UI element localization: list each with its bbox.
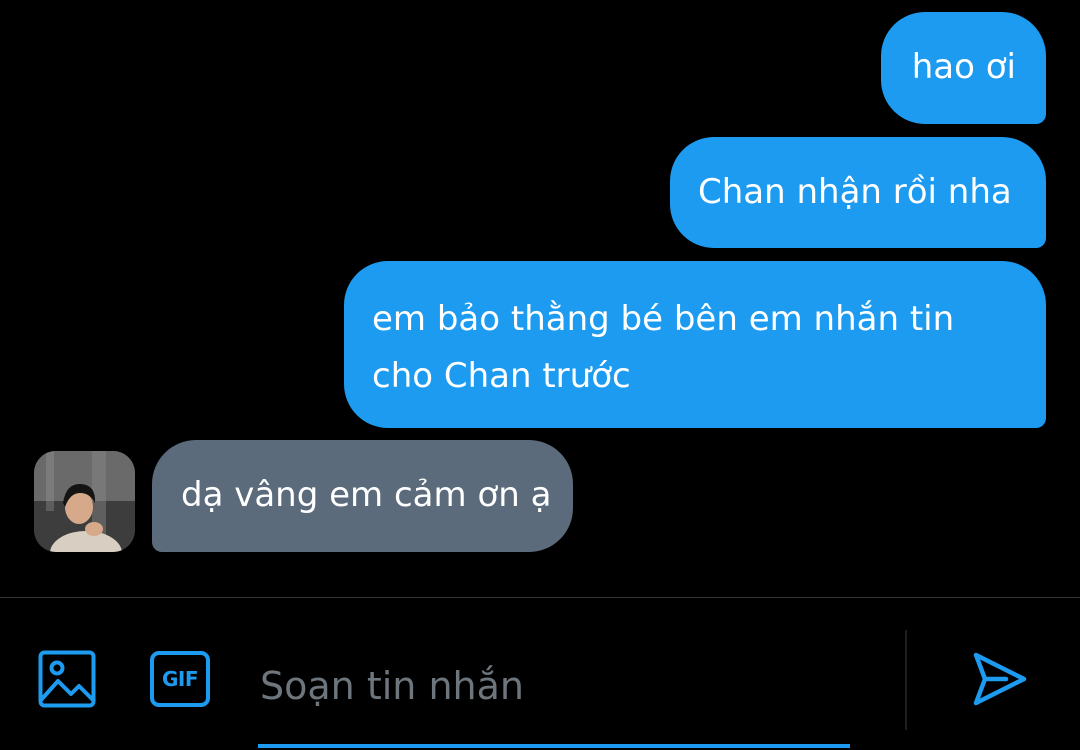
message-text: dạ vâng em cảm ơn ạ <box>181 475 552 515</box>
send-icon <box>973 652 1027 706</box>
message-composer: GIF <box>0 598 1080 749</box>
message-input-wrapper <box>258 650 850 750</box>
add-media-button[interactable] <box>36 648 98 710</box>
outgoing-message-bubble[interactable]: hao ơi <box>881 12 1046 124</box>
message-text: em bảo thằng bé bên em nhắn tin cho Chan… <box>372 299 955 396</box>
message-text: Chan nhận rồi nha <box>698 172 1012 212</box>
input-focus-underline <box>258 744 850 748</box>
outgoing-message-bubble[interactable]: Chan nhận rồi nha <box>670 137 1046 248</box>
outgoing-message-bubble[interactable]: em bảo thằng bé bên em nhắn tin cho Chan… <box>344 261 1046 428</box>
incoming-message-bubble[interactable]: dạ vâng em cảm ơn ạ <box>152 440 573 552</box>
add-gif-button[interactable]: GIF <box>148 648 212 710</box>
image-icon <box>38 650 96 708</box>
message-text: hao ơi <box>911 47 1016 87</box>
message-input[interactable] <box>258 650 850 722</box>
send-separator <box>905 630 907 730</box>
gif-icon: GIF <box>150 651 210 707</box>
send-button[interactable] <box>966 646 1034 712</box>
avatar-photo <box>34 451 135 552</box>
avatar[interactable] <box>34 451 135 552</box>
